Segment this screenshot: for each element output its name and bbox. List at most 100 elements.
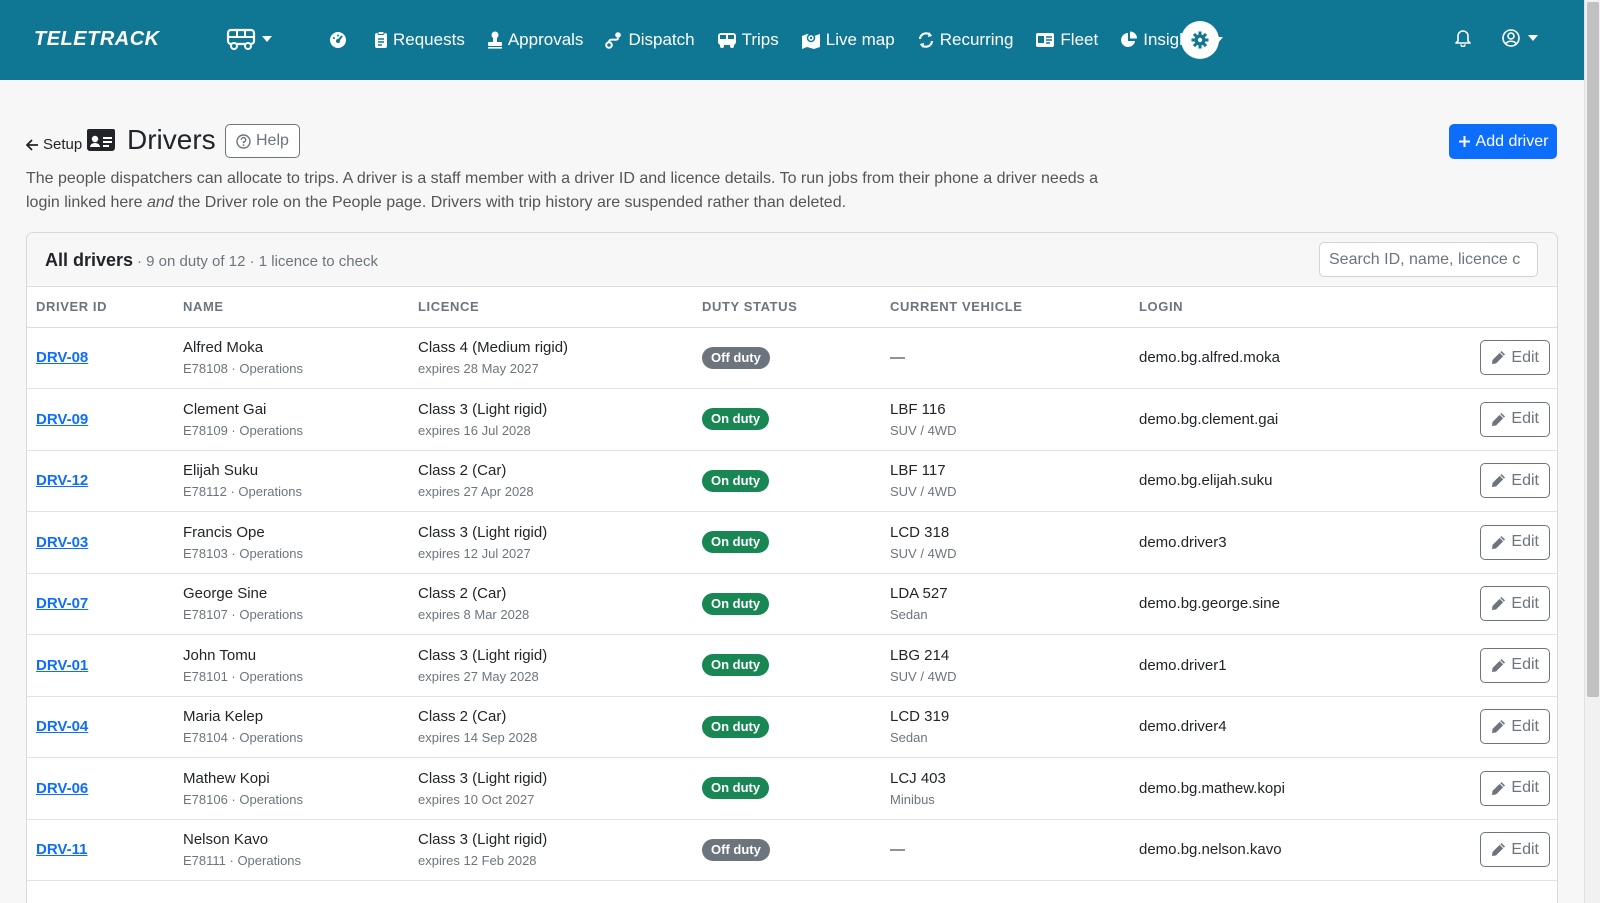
page-title: Drivers xyxy=(127,124,216,155)
column-header[interactable]: DRIVER ID xyxy=(27,287,174,328)
table-row: DRV-01 John Tomu E78101 · Operations Clas… xyxy=(27,634,1557,697)
edit-button[interactable]: Edit xyxy=(1480,709,1550,745)
arrow-left-icon xyxy=(26,138,38,151)
pencil-icon xyxy=(1492,720,1506,734)
search-input[interactable] xyxy=(1319,242,1538,277)
driver-id-link[interactable]: DRV-09 xyxy=(36,411,88,428)
nav-item-dispatch[interactable]: Dispatch xyxy=(594,0,705,80)
vehicle-type: SUV / 4WD xyxy=(890,545,957,561)
table-header-row: DRIVER ID NAME LICENCE DUTY STATUS CURRE… xyxy=(27,287,1557,328)
brand-logo[interactable]: TELETRACK xyxy=(34,28,160,51)
column-header[interactable]: CURRENT VEHICLE xyxy=(881,287,1130,328)
driver-staff-info: E78106 · Operations xyxy=(183,791,303,807)
licence-expiry: expires 16 Jul 2028 xyxy=(418,422,531,438)
nav-item-recurring[interactable]: Recurring xyxy=(906,0,1025,80)
licence-expiry: expires 28 May 2027 xyxy=(418,361,539,377)
licence-class: Class 3 (Light rigid) xyxy=(418,400,548,418)
repeat-icon xyxy=(918,32,933,48)
page-description: The people dispatchers can allocate to t… xyxy=(26,170,1098,211)
driver-staff-info: E78108 · Operations xyxy=(183,361,303,377)
table-row: DRV-08 Alfred Moka E78108 · Operations Cl… xyxy=(27,327,1557,389)
pencil-icon xyxy=(1492,658,1506,672)
driver-staff-info: E78111 · Operations xyxy=(183,853,302,869)
nav-item-trips[interactable]: Trips xyxy=(706,0,790,80)
edit-button[interactable]: Edit xyxy=(1480,463,1550,499)
drivers-card: All drivers · 9 on duty of 12 · 1 licenc… xyxy=(26,232,1558,903)
driver-id-link[interactable]: DRV-08 xyxy=(36,349,88,366)
driver-id-link[interactable]: DRV-11 xyxy=(36,841,87,858)
pencil-icon xyxy=(1492,474,1506,488)
edit-button[interactable]: Edit xyxy=(1480,586,1550,622)
licence-expiry: expires 10 Oct 2027 xyxy=(418,791,535,807)
scrollbar-thumb[interactable] xyxy=(1587,2,1599,697)
driver-id-link[interactable]: DRV-01 xyxy=(36,657,88,674)
licence-expiry: expires 27 Apr 2028 xyxy=(418,484,534,500)
nav-item-dashboard[interactable] xyxy=(318,0,363,80)
licence-class: Class 3 (Light rigid) xyxy=(418,646,548,664)
edit-button[interactable]: Edit xyxy=(1480,524,1550,560)
plus-icon xyxy=(1458,136,1470,147)
card-header: All drivers · 9 on duty of 12 · 1 licenc… xyxy=(27,233,1557,287)
driver-staff-info: E78109 · Operations xyxy=(183,422,303,438)
driver-id-link[interactable]: DRV-03 xyxy=(36,534,88,551)
question-circle-icon xyxy=(236,133,251,149)
table-row: DRV-12 Elijah Suku E78112 · Operations Cl… xyxy=(27,450,1557,512)
top-navbar: TELETRACK Requests Approvals Dispatch Tr… xyxy=(0,0,1584,80)
nav-item-fleet[interactable]: Fleet xyxy=(1024,0,1109,80)
column-header[interactable]: NAME xyxy=(174,287,409,328)
edit-label: Edit xyxy=(1511,840,1539,858)
nav-item-approvals[interactable]: Approvals xyxy=(476,0,595,80)
vehicle-plate: — xyxy=(890,349,905,367)
driver-name: Mathew Kopi xyxy=(183,769,270,787)
status-badge: On duty xyxy=(702,654,770,677)
driver-id-link[interactable]: DRV-07 xyxy=(36,595,88,612)
vehicle-dropdown[interactable] xyxy=(226,27,272,51)
route-icon xyxy=(605,32,622,49)
pencil-icon xyxy=(1492,781,1506,795)
table-row: Class 4 (Medium rigid) Edit xyxy=(27,880,1557,903)
nav-item-live-map[interactable]: Live map xyxy=(790,0,906,80)
driver-login: demo.driver4 xyxy=(1139,718,1227,736)
vehicle-plate: LCD 318 xyxy=(890,523,950,541)
edit-label: Edit xyxy=(1511,717,1539,735)
pencil-icon xyxy=(1492,843,1506,857)
edit-button[interactable]: Edit xyxy=(1480,340,1550,376)
edit-button[interactable]: Edit xyxy=(1480,770,1550,806)
driver-name: Alfred Moka xyxy=(183,339,264,357)
driver-staff-info: E78112 · Operations xyxy=(183,484,302,500)
table-row: DRV-06 Mathew Kopi E78106 · Operations Cl… xyxy=(27,757,1557,820)
column-header[interactable]: LICENCE xyxy=(409,287,693,328)
status-badge: On duty xyxy=(702,715,770,738)
pencil-icon xyxy=(1492,535,1506,549)
help-button[interactable]: Help xyxy=(225,124,300,158)
id-card-icon xyxy=(1036,33,1055,47)
status-badge: On duty xyxy=(702,777,770,800)
table-row: DRV-03 Francis Ope E78103 · Operations Cl… xyxy=(27,511,1557,574)
driver-id-link[interactable]: DRV-12 xyxy=(36,472,88,489)
driver-id-link[interactable]: DRV-06 xyxy=(36,780,88,797)
edit-label: Edit xyxy=(1511,348,1539,366)
table-row: DRV-07 George Sine E78107 · Operations Cl… xyxy=(27,573,1557,635)
settings-button[interactable] xyxy=(1181,21,1219,59)
add-driver-button[interactable]: Add driver xyxy=(1449,124,1557,159)
column-header[interactable]: DUTY STATUS xyxy=(693,287,881,328)
driver-name: Clement Gai xyxy=(183,400,267,418)
nav-item-requests[interactable]: Requests xyxy=(363,0,476,80)
page-scrollbar[interactable] xyxy=(1584,0,1600,903)
driver-name: Maria Kelep xyxy=(183,708,264,726)
chevron-down-icon xyxy=(262,36,272,42)
status-badge: On duty xyxy=(702,469,770,492)
status-badge: On duty xyxy=(702,408,770,431)
user-menu[interactable] xyxy=(1502,29,1538,47)
edit-button[interactable]: Edit xyxy=(1480,832,1550,868)
driver-id-link[interactable]: DRV-04 xyxy=(36,718,88,735)
edit-label: Edit xyxy=(1511,533,1539,551)
notifications-button[interactable] xyxy=(1455,29,1471,52)
edit-button[interactable]: Edit xyxy=(1480,647,1550,683)
back-to-setup-link[interactable]: Setup xyxy=(26,136,82,153)
edit-button[interactable]: Edit xyxy=(1480,401,1550,437)
chevron-down-icon xyxy=(1528,35,1538,41)
column-header[interactable]: LOGIN xyxy=(1130,287,1373,328)
driver-staff-info: E78107 · Operations xyxy=(183,607,303,623)
vehicle-plate: LCD 319 xyxy=(890,708,950,726)
